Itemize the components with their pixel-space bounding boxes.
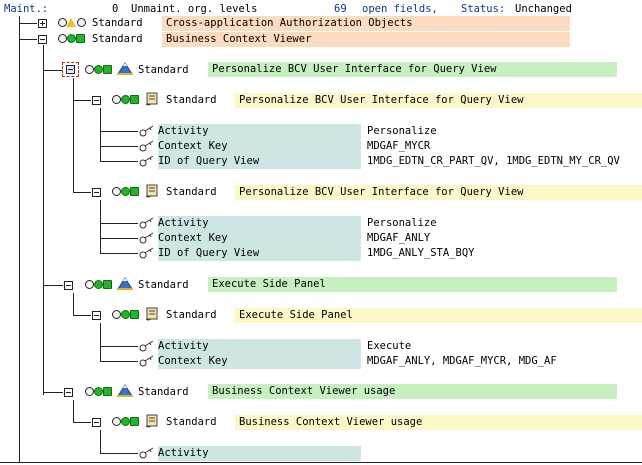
- field-value[interactable]: Personalize: [365, 124, 642, 139]
- node-title-bar[interactable]: Personalize BCV User Interface for Query…: [235, 185, 642, 200]
- node-variant: Standard: [138, 64, 189, 76]
- field-label: ID of Query View: [158, 154, 361, 169]
- field-value[interactable]: Personalize: [365, 216, 642, 231]
- collapse-icon[interactable]: [92, 96, 101, 105]
- field-key-icon: [139, 232, 154, 244]
- scroll-icon: [145, 307, 158, 321]
- bottom-border: [0, 462, 642, 463]
- field-label: ID of Query View: [158, 246, 361, 261]
- field-value[interactable]: 1MDG_EDTN_CR_PART_QV, 1MDG_EDTN_MY_CR_QV: [365, 154, 642, 169]
- unmaint-label: Unmaint. org. levels: [131, 3, 258, 15]
- scroll-icon: [145, 414, 158, 428]
- mountain-icon: [117, 277, 133, 290]
- field-value[interactable]: MDGAF_MYCR: [365, 139, 642, 154]
- traffic-light-icon: [112, 95, 140, 105]
- traffic-light-icon: [112, 417, 140, 427]
- collapse-icon[interactable]: [92, 188, 101, 197]
- node-title-bar[interactable]: Personalize BCV User Interface for Query…: [235, 93, 642, 108]
- node-title-bar[interactable]: Personalize BCV User Interface for Query…: [208, 62, 617, 77]
- field-value[interactable]: 1MDG_ANLY_STA_BQY: [365, 246, 642, 261]
- open-fields-count: 69: [334, 3, 347, 15]
- expand-icon[interactable]: [38, 19, 47, 28]
- field-key-icon: [139, 217, 154, 229]
- traffic-light-icon: [58, 18, 86, 28]
- maint-label: Maint.:: [4, 3, 49, 15]
- field-value[interactable]: [365, 446, 642, 460]
- collapse-icon[interactable]: [92, 418, 101, 427]
- mountain-icon: [117, 384, 133, 397]
- node-title-bar[interactable]: Business Context Viewer: [162, 32, 570, 47]
- field-key-icon: [139, 340, 154, 352]
- node-variant: Standard: [92, 17, 143, 29]
- scroll-icon: [145, 92, 158, 106]
- field-label: Context Key: [158, 354, 361, 369]
- node-title: Personalize BCV User Interface for Query…: [239, 186, 524, 198]
- node-title: Business Context Viewer: [166, 33, 312, 45]
- field-label: Context Key: [158, 139, 361, 154]
- node-title-bar[interactable]: Execute Side Panel: [235, 308, 642, 323]
- status-bar: Maint.: 0 Unmaint. org. levels 69 open f…: [0, 0, 642, 16]
- node-title-bar[interactable]: Cross-application Authorization Objects: [162, 16, 570, 31]
- mountain-icon: [117, 62, 133, 75]
- node-title-bar[interactable]: Business Context Viewer usage: [235, 415, 642, 430]
- traffic-light-icon: [85, 280, 113, 290]
- node-variant: Standard: [138, 279, 189, 291]
- field-key-icon: [139, 155, 154, 167]
- field-value[interactable]: Execute: [365, 339, 642, 354]
- node-title: Personalize BCV User Interface for Query…: [212, 63, 497, 75]
- field-key-icon: [139, 125, 154, 137]
- field-key-icon: [139, 447, 154, 459]
- node-title: Cross-application Authorization Objects: [166, 17, 413, 29]
- traffic-light-icon: [85, 387, 113, 397]
- field-label: Activity: [158, 446, 361, 461]
- node-title: Business Context Viewer usage: [239, 416, 423, 428]
- node-variant: Standard: [166, 416, 217, 428]
- status-label: Status:: [461, 3, 506, 15]
- status-value: Unchanged: [515, 3, 572, 15]
- node-title-bar[interactable]: Execute Side Panel: [208, 277, 617, 292]
- field-value[interactable]: MDGAF_ANLY, MDGAF_MYCR, MDG_AF: [365, 354, 642, 369]
- open-fields-label: open fields,: [362, 3, 438, 15]
- traffic-light-icon: [112, 310, 140, 320]
- node-variant: Standard: [138, 386, 189, 398]
- field-key-icon: [139, 247, 154, 259]
- traffic-light-icon: [112, 187, 140, 197]
- field-label: Activity: [158, 339, 361, 354]
- collapse-icon[interactable]: [66, 65, 75, 74]
- field-label: Context Key: [158, 231, 361, 246]
- unmaint-count: 0: [112, 3, 119, 15]
- node-variant: Standard: [166, 309, 217, 321]
- node-variant: Standard: [92, 33, 143, 45]
- field-key-icon: [139, 355, 154, 367]
- node-title-bar[interactable]: Business Context Viewer usage: [208, 384, 617, 399]
- field-label: Activity: [158, 124, 361, 139]
- node-variant: Standard: [166, 186, 217, 198]
- node-title: Business Context Viewer usage: [212, 385, 396, 397]
- node-title: Execute Side Panel: [239, 309, 353, 321]
- traffic-light-icon: [58, 34, 86, 44]
- field-value[interactable]: MDGAF_ANLY: [365, 231, 642, 246]
- scroll-icon: [145, 184, 158, 198]
- field-key-icon: [139, 140, 154, 152]
- collapse-icon[interactable]: [92, 311, 101, 320]
- node-title: Personalize BCV User Interface for Query…: [239, 94, 524, 106]
- field-label: Activity: [158, 216, 361, 231]
- node-variant: Standard: [166, 94, 217, 106]
- collapse-icon[interactable]: [38, 35, 47, 44]
- collapse-icon[interactable]: [64, 281, 73, 290]
- traffic-light-icon: [85, 65, 113, 75]
- node-title: Execute Side Panel: [212, 278, 326, 290]
- collapse-icon[interactable]: [64, 388, 73, 397]
